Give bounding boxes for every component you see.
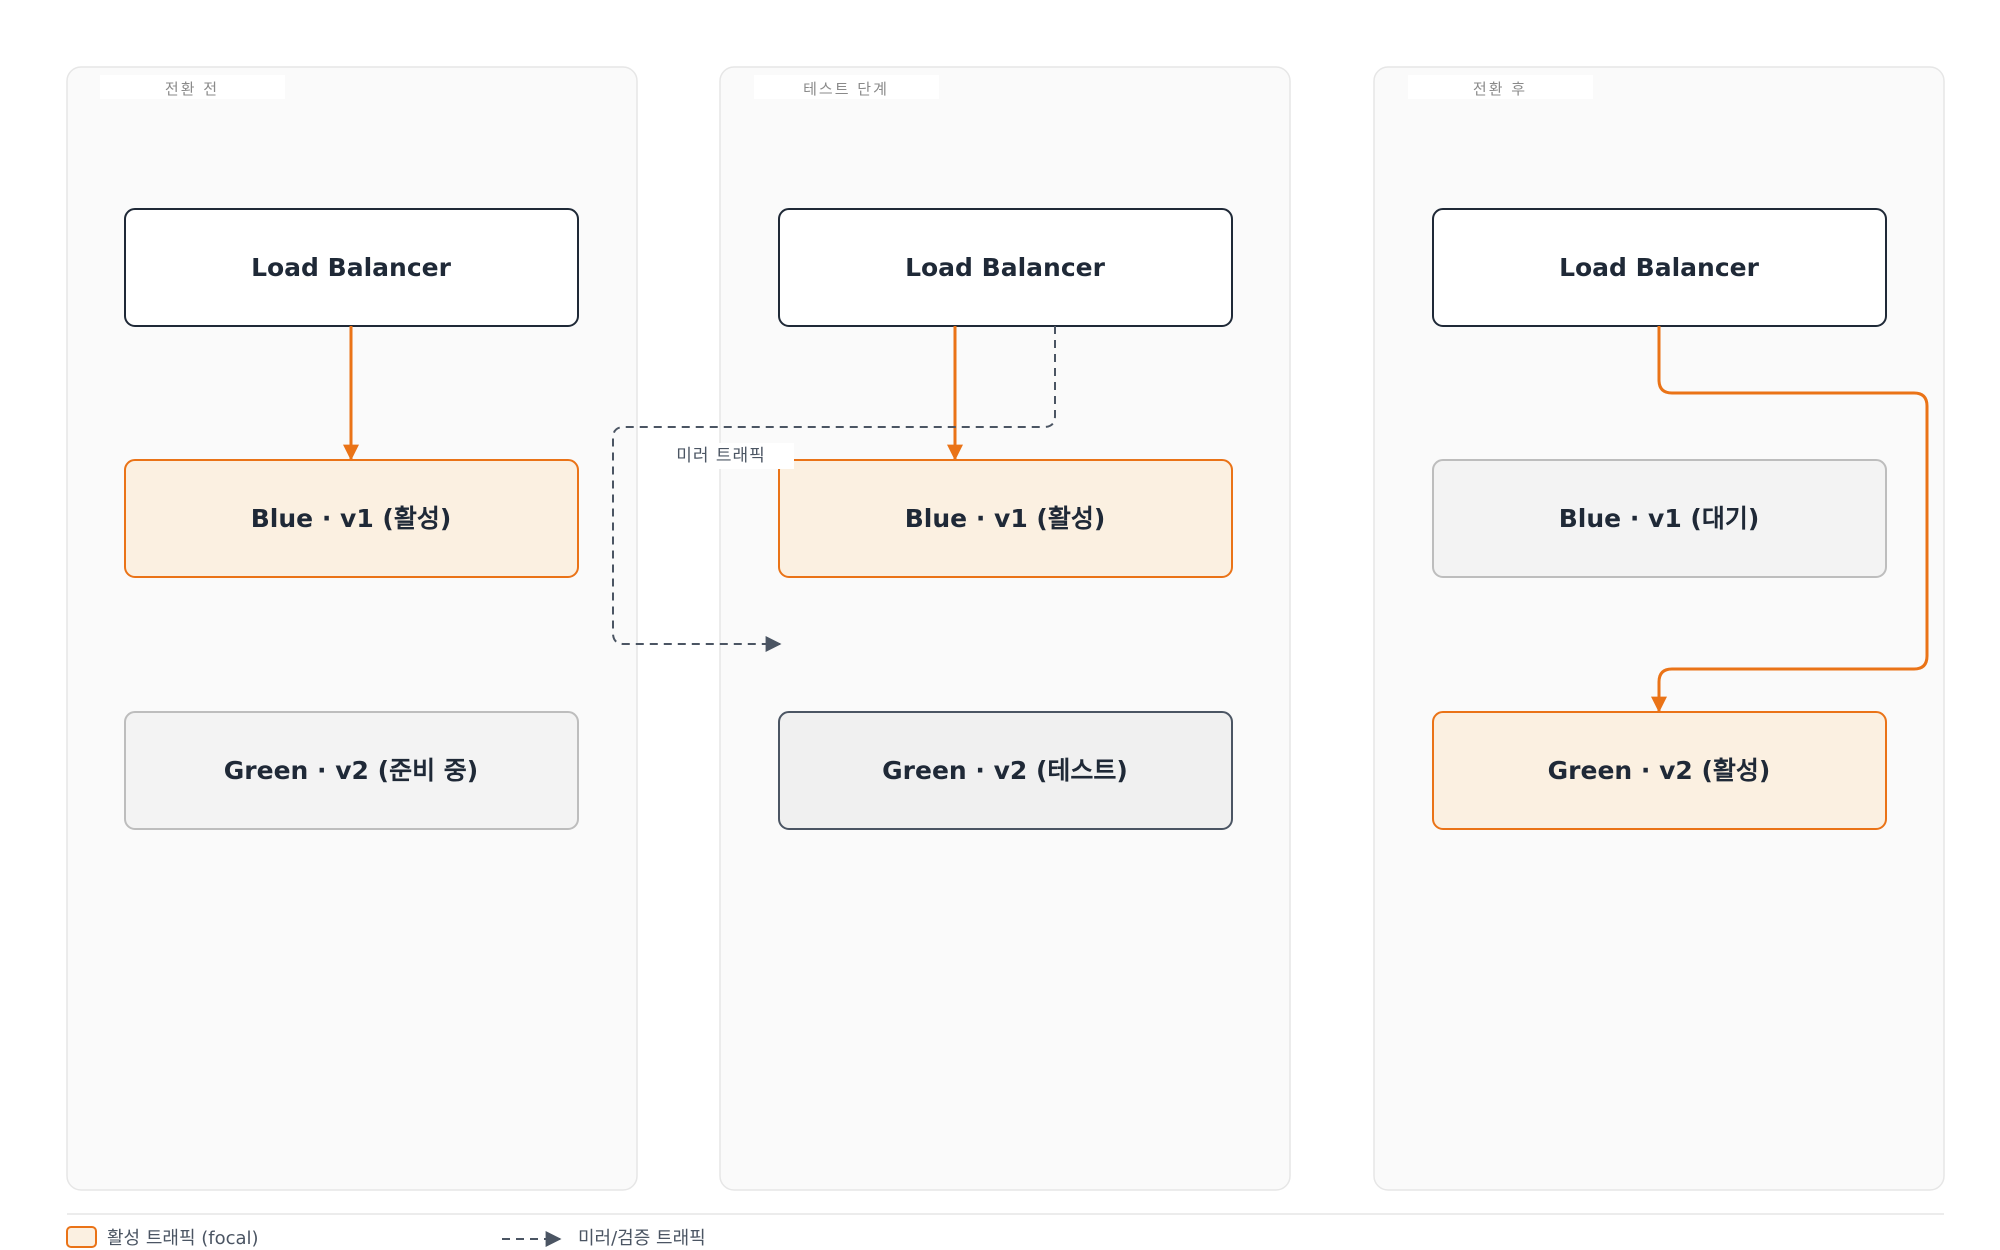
legend-active-swatch [66, 1226, 97, 1248]
deployment-diagram: 전환 전 Load Balancer Blue · v1 (활성) Green … [66, 66, 1945, 1249]
legend-active-label: 활성 트래픽 (focal) [107, 1228, 259, 1249]
diagram-stage: 전환 전 Load Balancer Blue · v1 (활성) Green … [0, 0, 2000, 1250]
mirror-label: 미러 트래픽 [676, 446, 766, 466]
panel-after: 전환 후 Load Balancer Blue · v1 (대기) Green … [1373, 66, 1945, 1191]
panel-test: 테스트 단계 Load Balancer Blue · v1 (활성) Gree… [719, 66, 1291, 1191]
blue-node-before-label: Blue · v1 (활성) [251, 504, 452, 533]
blue-node-after-label: Blue · v1 (대기) [1559, 504, 1760, 533]
legend: 활성 트래픽 (focal) 미러/검증 트래픽 [66, 1213, 1944, 1249]
green-node-after-label: Green · v2 (활성) [1548, 756, 1771, 785]
green-node-test-label: Green · v2 (테스트) [882, 756, 1128, 785]
legend-mirror-label: 미러/검증 트래픽 [578, 1228, 706, 1249]
lb-node-before-label: Load Balancer [251, 253, 452, 282]
green-node-before-label: Green · v2 (준비 중) [224, 756, 478, 785]
lb-node-test-label: Load Balancer [905, 253, 1106, 282]
blue-node-test-label: Blue · v1 (활성) [905, 504, 1106, 533]
panel-after-title: 전환 후 [1473, 80, 1527, 98]
panel-before: 전환 전 Load Balancer Blue · v1 (활성) Green … [66, 66, 638, 1191]
panel-test-title: 테스트 단계 [803, 80, 889, 98]
panel-before-title: 전환 전 [165, 80, 219, 98]
lb-node-after-label: Load Balancer [1559, 253, 1760, 282]
